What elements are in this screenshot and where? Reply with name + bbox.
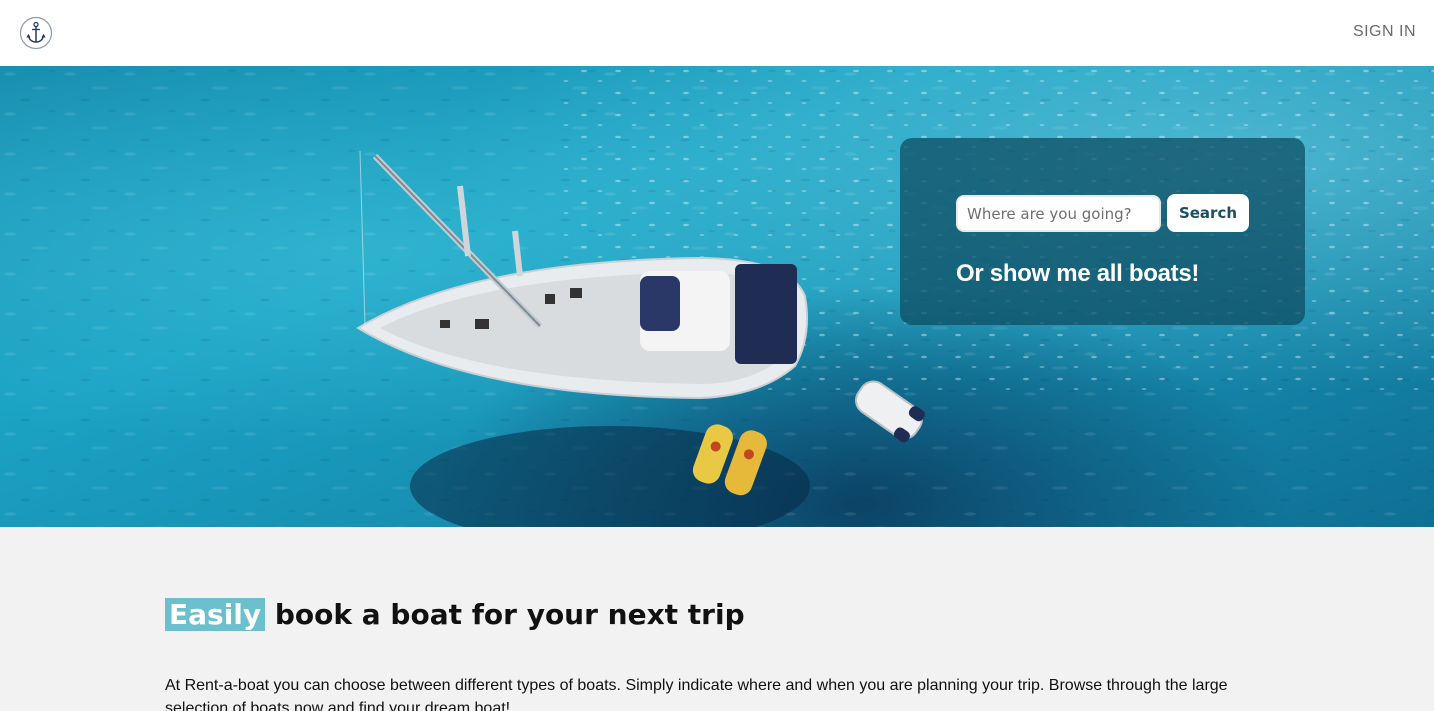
- top-navbar: SIGN IN: [0, 0, 1434, 66]
- sign-in-link[interactable]: SIGN IN: [1353, 23, 1416, 41]
- intro-section: Easily book a boat for your next trip At…: [0, 527, 1434, 711]
- anchor-icon[interactable]: [19, 16, 53, 50]
- search-button[interactable]: Search: [1167, 194, 1249, 232]
- intro-paragraph: At Rent-a-boat you can choose between di…: [165, 677, 1228, 711]
- destination-search-input[interactable]: [956, 195, 1161, 232]
- page-headline: Easily book a boat for your next trip: [165, 598, 745, 631]
- show-all-boats-link[interactable]: Or show me all boats!: [956, 260, 1199, 288]
- search-panel: Search Or show me all boats!: [900, 138, 1305, 325]
- headline-text: book a boat for your next trip: [265, 598, 745, 631]
- headline-highlight: Easily: [165, 598, 266, 631]
- hero-banner: Search Or show me all boats!: [0, 66, 1434, 527]
